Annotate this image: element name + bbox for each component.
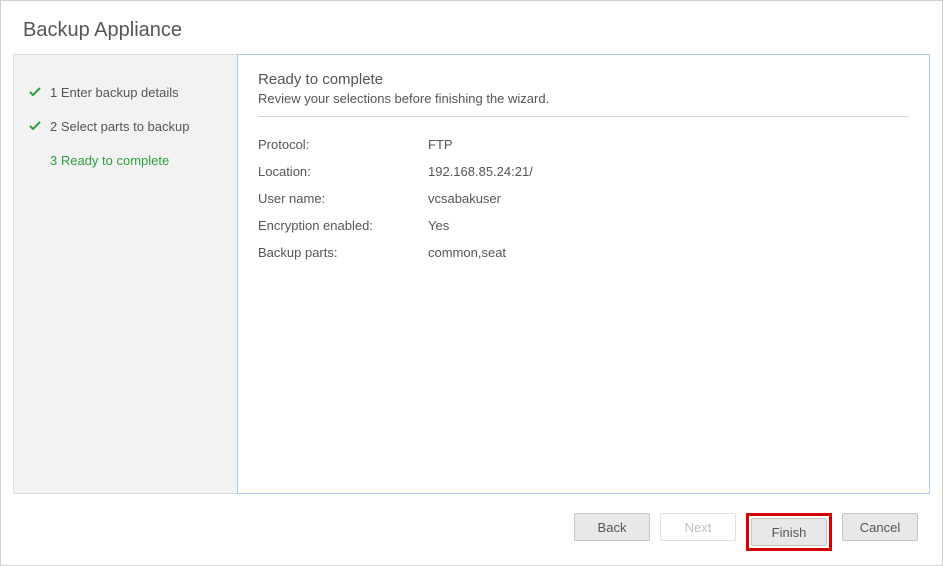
- info-value: vcsabakuser: [428, 191, 501, 206]
- wizard-sidebar: 1 Enter backup details 2 Select parts to…: [13, 54, 237, 494]
- sidebar-step-select-parts[interactable]: 2 Select parts to backup: [14, 109, 237, 143]
- info-row-location: Location: 192.168.85.24:21/: [258, 158, 909, 185]
- info-value: common,seat: [428, 245, 506, 260]
- sidebar-step-label: 1 Enter backup details: [50, 85, 179, 100]
- sidebar-step-label: 2 Select parts to backup: [50, 119, 189, 134]
- step-subheading: Review your selections before finishing …: [258, 91, 909, 117]
- back-button[interactable]: Back: [574, 513, 650, 541]
- main-panel: Ready to complete Review your selections…: [237, 54, 930, 494]
- info-row-encryption: Encryption enabled: Yes: [258, 212, 909, 239]
- sidebar-step-ready[interactable]: 3 Ready to complete: [14, 143, 237, 177]
- info-label: User name:: [258, 191, 428, 206]
- info-label: Backup parts:: [258, 245, 428, 260]
- check-icon: [28, 87, 42, 97]
- info-row-backup-parts: Backup parts: common,seat: [258, 239, 909, 266]
- cancel-button[interactable]: Cancel: [842, 513, 918, 541]
- finish-button[interactable]: Finish: [751, 518, 827, 546]
- info-value: 192.168.85.24:21/: [428, 164, 533, 179]
- info-label: Location:: [258, 164, 428, 179]
- finish-highlight: Finish: [746, 513, 832, 551]
- check-icon: [28, 121, 42, 131]
- next-button: Next: [660, 513, 736, 541]
- sidebar-step-enter-details[interactable]: 1 Enter backup details: [14, 75, 237, 109]
- wizard-footer: Back Next Finish Cancel: [574, 513, 918, 551]
- info-row-protocol: Protocol: FTP: [258, 131, 909, 158]
- info-value: Yes: [428, 218, 449, 233]
- info-row-username: User name: vcsabakuser: [258, 185, 909, 212]
- step-heading: Ready to complete: [258, 71, 909, 88]
- sidebar-step-label: 3 Ready to complete: [50, 153, 169, 168]
- dialog-title: Backup Appliance: [1, 1, 942, 54]
- info-label: Encryption enabled:: [258, 218, 428, 233]
- info-value: FTP: [428, 137, 453, 152]
- content-wrapper: 1 Enter backup details 2 Select parts to…: [1, 54, 942, 494]
- info-label: Protocol:: [258, 137, 428, 152]
